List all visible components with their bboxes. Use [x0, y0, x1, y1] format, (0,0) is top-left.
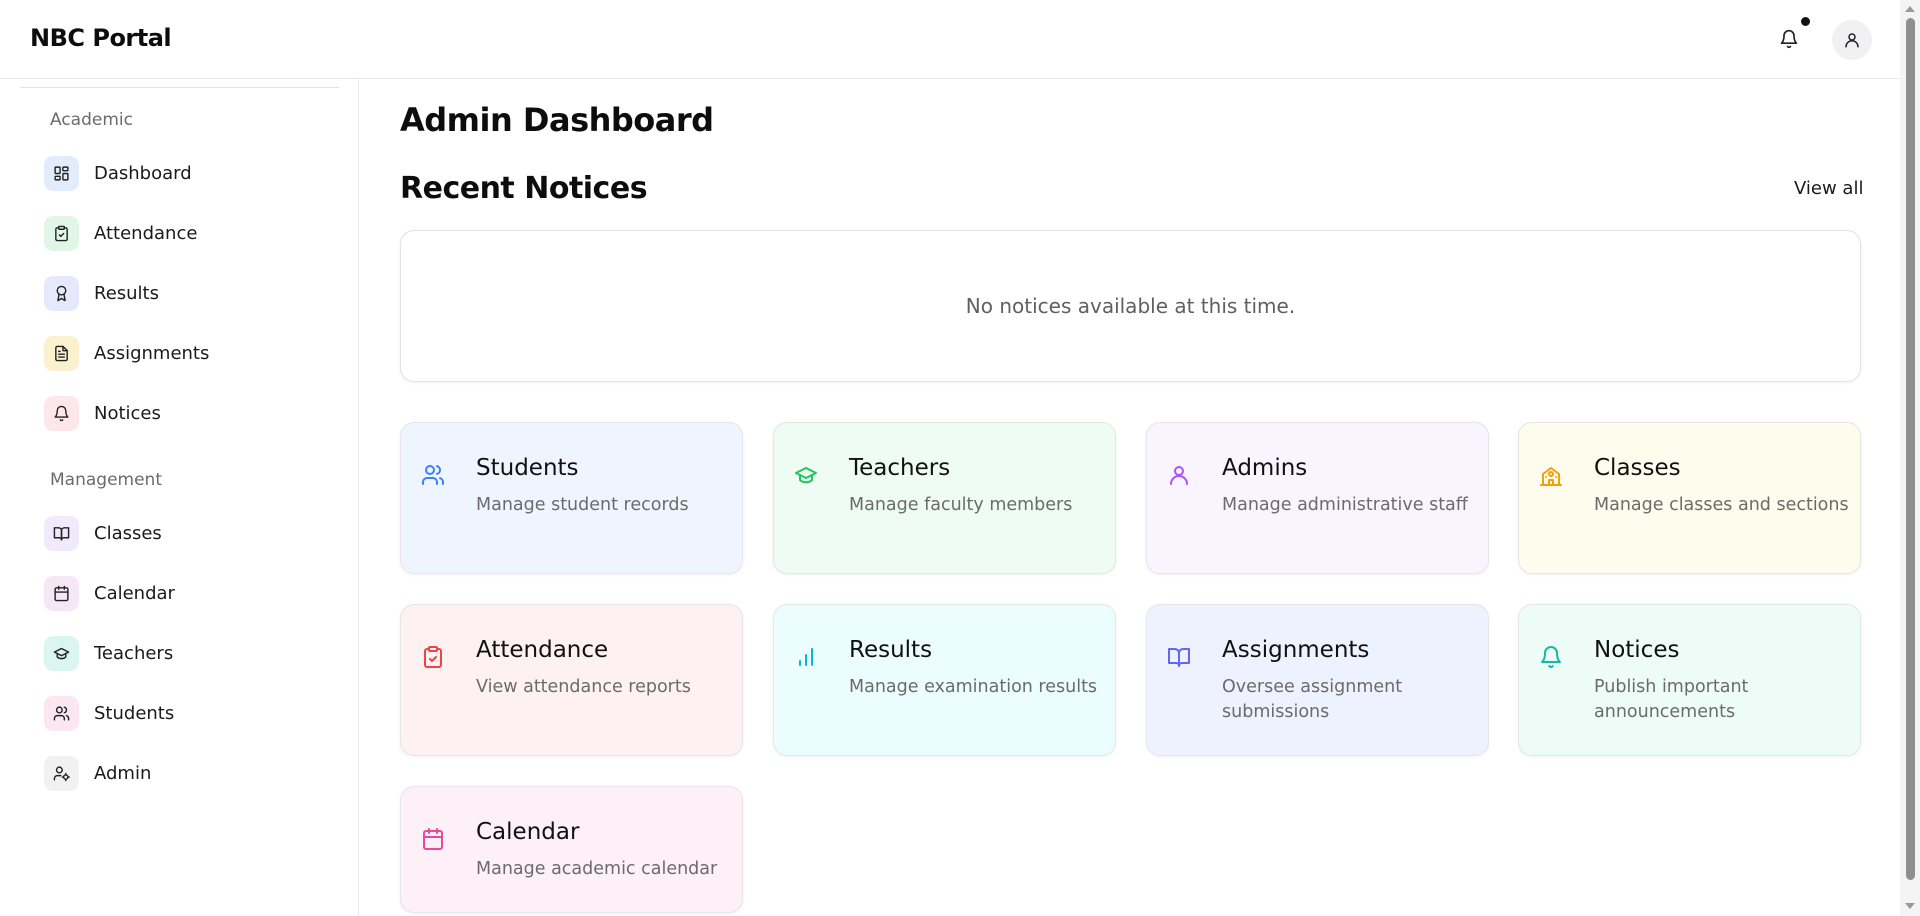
sidebar-section-management: Management	[50, 470, 162, 490]
card-title: Classes	[1594, 455, 1681, 481]
sidebar: Academic Dashboard Attendance Results As…	[0, 79, 359, 916]
sidebar-item-label: Teachers	[94, 642, 174, 664]
card-title: Calendar	[476, 819, 580, 845]
bell-icon	[44, 395, 79, 431]
clipboard-check-icon	[419, 643, 447, 671]
bar-chart-icon	[792, 643, 820, 671]
card-admins[interactable]: Admins Manage administrative staff	[1146, 422, 1489, 574]
card-classes[interactable]: Classes Manage classes and sections	[1518, 422, 1861, 574]
sidebar-item-results[interactable]: Results	[44, 271, 334, 315]
card-description: View attendance reports	[476, 677, 691, 697]
page-title: Admin Dashboard	[400, 101, 714, 139]
profile-button[interactable]	[1832, 20, 1872, 60]
award-icon	[44, 275, 79, 311]
main-content: Admin Dashboard Recent Notices View all …	[360, 79, 1900, 916]
sidebar-item-label: Notices	[94, 402, 161, 424]
sidebar-item-notices[interactable]: Notices	[44, 391, 334, 435]
card-title: Notices	[1594, 637, 1680, 663]
sidebar-item-calendar[interactable]: Calendar	[44, 571, 334, 615]
notification-dot	[1801, 17, 1810, 26]
calendar-icon	[419, 825, 447, 853]
notifications-button[interactable]	[1770, 20, 1808, 58]
sidebar-item-label: Results	[94, 282, 159, 304]
sidebar-item-label: Students	[94, 702, 175, 724]
sidebar-item-attendance[interactable]: Attendance	[44, 211, 334, 255]
card-description: Manage faculty members	[849, 495, 1073, 515]
sidebar-item-label: Assignments	[94, 342, 210, 364]
card-teachers[interactable]: Teachers Manage faculty members	[773, 422, 1116, 574]
clipboard-check-icon	[44, 215, 79, 251]
top-header: NBC Portal	[0, 0, 1900, 79]
card-description: Manage administrative staff	[1222, 495, 1468, 515]
calendar-icon	[44, 575, 79, 611]
sidebar-section-academic: Academic	[50, 110, 133, 130]
scroll-up-arrow-icon[interactable]	[1905, 6, 1915, 12]
sidebar-item-teachers[interactable]: Teachers	[44, 631, 334, 675]
user-icon	[1165, 461, 1193, 489]
brand-logo[interactable]: NBC Portal	[30, 24, 172, 52]
book-open-icon	[44, 515, 79, 551]
sidebar-item-students[interactable]: Students	[44, 691, 334, 735]
bell-icon	[1537, 643, 1565, 671]
card-title: Students	[476, 455, 579, 481]
card-title: Teachers	[849, 455, 951, 481]
sidebar-item-admin[interactable]: Admin	[44, 751, 334, 795]
card-title: Attendance	[476, 637, 609, 663]
card-description: Oversee assignment submissions	[1222, 677, 1403, 722]
school-icon	[1537, 461, 1565, 489]
recent-notices-title: Recent Notices	[400, 171, 648, 206]
card-description: Manage student records	[476, 495, 689, 515]
sidebar-item-label: Calendar	[94, 582, 175, 604]
view-all-link[interactable]: View all	[1794, 178, 1863, 199]
scroll-down-arrow-icon[interactable]	[1905, 903, 1915, 909]
graduation-cap-icon	[792, 461, 820, 489]
card-assignments[interactable]: Assignments Oversee assignment submissio…	[1146, 604, 1489, 756]
user-icon	[1845, 33, 1859, 48]
sidebar-item-assignments[interactable]: Assignments	[44, 331, 334, 375]
sidebar-item-label: Attendance	[94, 222, 198, 244]
sidebar-divider	[20, 87, 339, 88]
card-students[interactable]: Students Manage student records	[400, 422, 743, 574]
card-description: Manage examination results	[849, 677, 1098, 697]
scrollbar-thumb[interactable]	[1906, 18, 1915, 880]
users-icon	[419, 461, 447, 489]
bell-icon	[1780, 29, 1798, 49]
card-description: Manage academic calendar	[476, 859, 718, 879]
sidebar-item-label: Dashboard	[94, 162, 192, 184]
card-description: Publish important announcements	[1594, 677, 1749, 722]
sidebar-item-dashboard[interactable]: Dashboard	[44, 151, 334, 195]
card-title: Admins	[1222, 455, 1308, 481]
card-attendance[interactable]: Attendance View attendance reports	[400, 604, 743, 756]
card-results[interactable]: Results Manage examination results	[773, 604, 1116, 756]
sidebar-item-label: Classes	[94, 522, 162, 544]
card-notices[interactable]: Notices Publish important announcements	[1518, 604, 1861, 756]
dashboard-icon	[44, 155, 79, 191]
card-title: Results	[849, 637, 933, 663]
file-text-icon	[44, 335, 79, 371]
sidebar-item-label: Admin	[94, 762, 152, 784]
card-description: Manage classes and sections	[1594, 495, 1849, 515]
sidebar-item-classes[interactable]: Classes	[44, 511, 334, 555]
card-calendar[interactable]: Calendar Manage academic calendar	[400, 786, 743, 913]
card-title: Assignments	[1222, 637, 1370, 663]
page-scrollbar[interactable]	[1900, 0, 1920, 916]
notices-panel: No notices available at this time.	[400, 230, 1861, 382]
user-cog-icon	[44, 755, 79, 791]
book-open-icon	[1165, 643, 1193, 671]
graduation-cap-icon	[44, 635, 79, 671]
empty-notices-message: No notices available at this time.	[965, 294, 1296, 318]
users-icon	[44, 695, 79, 731]
